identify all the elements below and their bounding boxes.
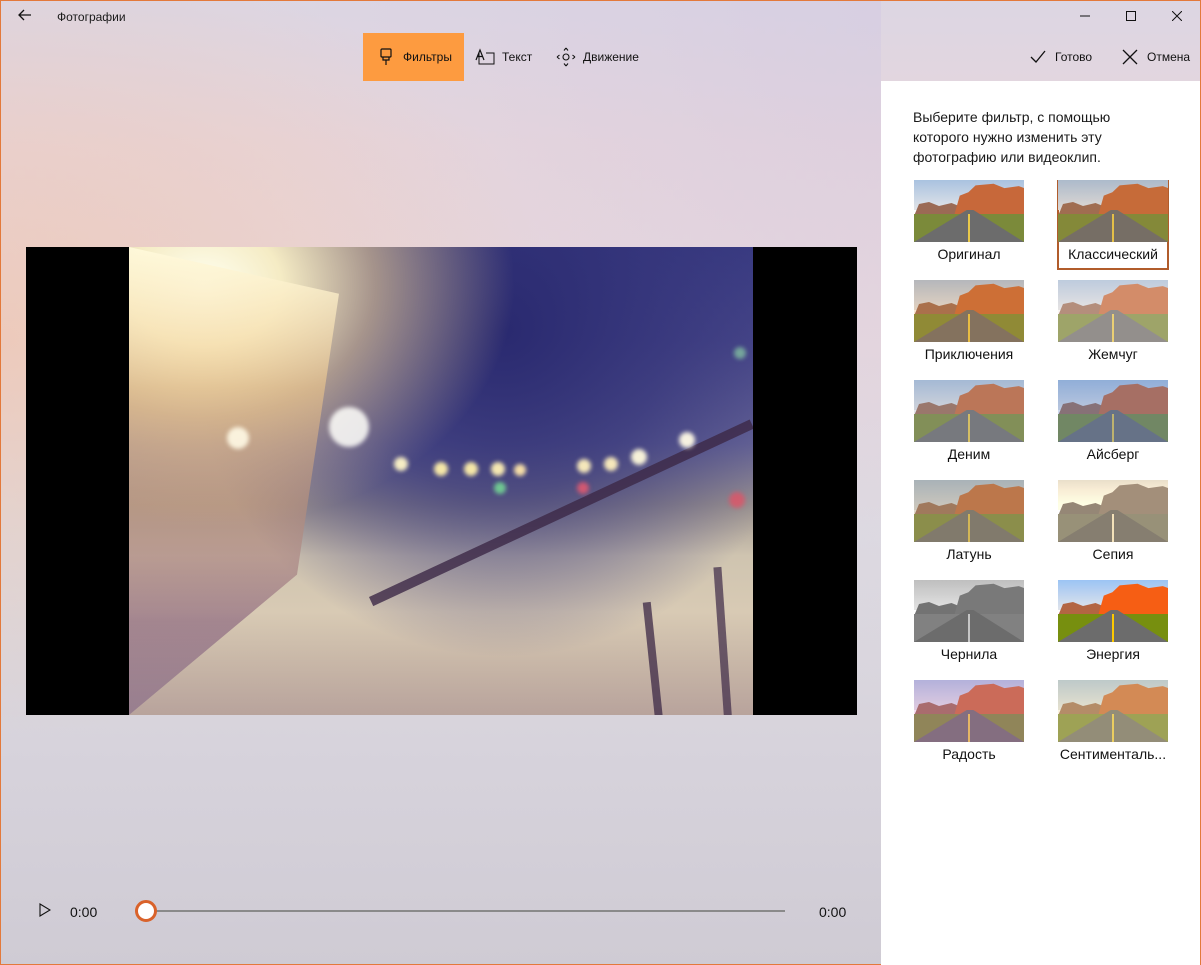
filter-label: Энергия — [1086, 646, 1140, 662]
cancel-button[interactable]: Отмена — [1120, 33, 1200, 81]
filter-label: Приключения — [924, 346, 1014, 362]
filter-thumbnail — [1058, 180, 1168, 242]
play-button[interactable] — [35, 902, 55, 922]
text-icon — [475, 47, 495, 67]
panel-description: Выберите фильтр, с помощью которого нужн… — [913, 109, 1111, 165]
filter-pearl[interactable]: Жемчуг — [1057, 280, 1169, 370]
filters-tab[interactable]: Фильтры — [363, 33, 464, 81]
filter-label: Сентименталь... — [1059, 746, 1167, 762]
filter-thumbnail — [914, 480, 1024, 542]
minimize-icon — [1080, 8, 1090, 26]
maximize-button[interactable] — [1108, 1, 1154, 33]
cancel-x-icon — [1120, 47, 1140, 67]
filter-label: Чернила — [940, 646, 998, 662]
close-icon — [1171, 8, 1183, 26]
back-arrow-icon — [18, 8, 32, 26]
text-tab[interactable]: Текст — [475, 33, 545, 81]
filter-label: Жемчуг — [1088, 346, 1138, 362]
filter-panel: Выберите фильтр, с помощью которого нужн… — [881, 81, 1200, 965]
filter-sepia[interactable]: Сепия — [1057, 480, 1169, 570]
filter-thumbnail — [1058, 380, 1168, 442]
video-preview — [26, 247, 857, 715]
filter-label: Классический — [1068, 246, 1158, 262]
filter-sentimental[interactable]: Сентименталь... — [1057, 680, 1169, 770]
filter-label: Оригинал — [937, 246, 1001, 262]
filter-ink[interactable]: Чернила — [913, 580, 1025, 670]
end-time: 0:00 — [819, 904, 847, 920]
maximize-icon — [1126, 8, 1136, 26]
filter-denim[interactable]: Деним — [913, 380, 1025, 470]
filter-thumbnail — [1058, 480, 1168, 542]
motion-icon — [556, 47, 576, 67]
filter-label: Айсберг — [1086, 446, 1140, 462]
seek-bar-thumb[interactable] — [135, 900, 157, 922]
done-button[interactable]: Готово — [1028, 33, 1108, 81]
brush-icon — [376, 47, 396, 67]
done-button-label: Готово — [1055, 50, 1093, 64]
filter-classic[interactable]: Классический — [1057, 180, 1169, 270]
minimize-button[interactable] — [1062, 1, 1108, 33]
filter-joy[interactable]: Радость — [913, 680, 1025, 770]
filter-thumbnail — [914, 380, 1024, 442]
app-title: Фотографии — [57, 10, 126, 24]
filter-label: Сепия — [1092, 546, 1134, 562]
filter-thumbnail — [914, 580, 1024, 642]
video-frame-image — [129, 247, 753, 715]
checkmark-icon — [1028, 47, 1048, 67]
filter-iceberg[interactable]: Айсберг — [1057, 380, 1169, 470]
filter-label: Радость — [942, 746, 996, 762]
filter-thumbnail — [914, 680, 1024, 742]
filter-thumbnail — [1058, 280, 1168, 342]
play-icon — [39, 902, 52, 922]
filter-label: Латунь — [946, 546, 992, 562]
seek-bar-track[interactable] — [146, 910, 785, 912]
filter-thumbnail — [914, 280, 1024, 342]
text-tab-label: Текст — [502, 50, 533, 64]
filters-tab-label: Фильтры — [403, 50, 452, 64]
filter-energy[interactable]: Энергия — [1057, 580, 1169, 670]
cancel-button-label: Отмена — [1147, 50, 1191, 64]
filter-thumbnail — [1058, 580, 1168, 642]
filter-label: Деним — [947, 446, 991, 462]
close-button[interactable] — [1154, 1, 1200, 33]
filter-thumbnail — [1058, 680, 1168, 742]
filter-brass[interactable]: Латунь — [913, 480, 1025, 570]
motion-tab-label: Движение — [583, 50, 639, 64]
filter-adventure[interactable]: Приключения — [913, 280, 1025, 370]
back-button[interactable] — [9, 3, 41, 31]
filter-original[interactable]: Оригинал — [913, 180, 1025, 270]
title-bar: Фотографии — [1, 1, 1200, 33]
current-time: 0:00 — [70, 904, 98, 920]
motion-tab[interactable]: Движение — [556, 33, 656, 81]
filter-thumbnail — [914, 180, 1024, 242]
